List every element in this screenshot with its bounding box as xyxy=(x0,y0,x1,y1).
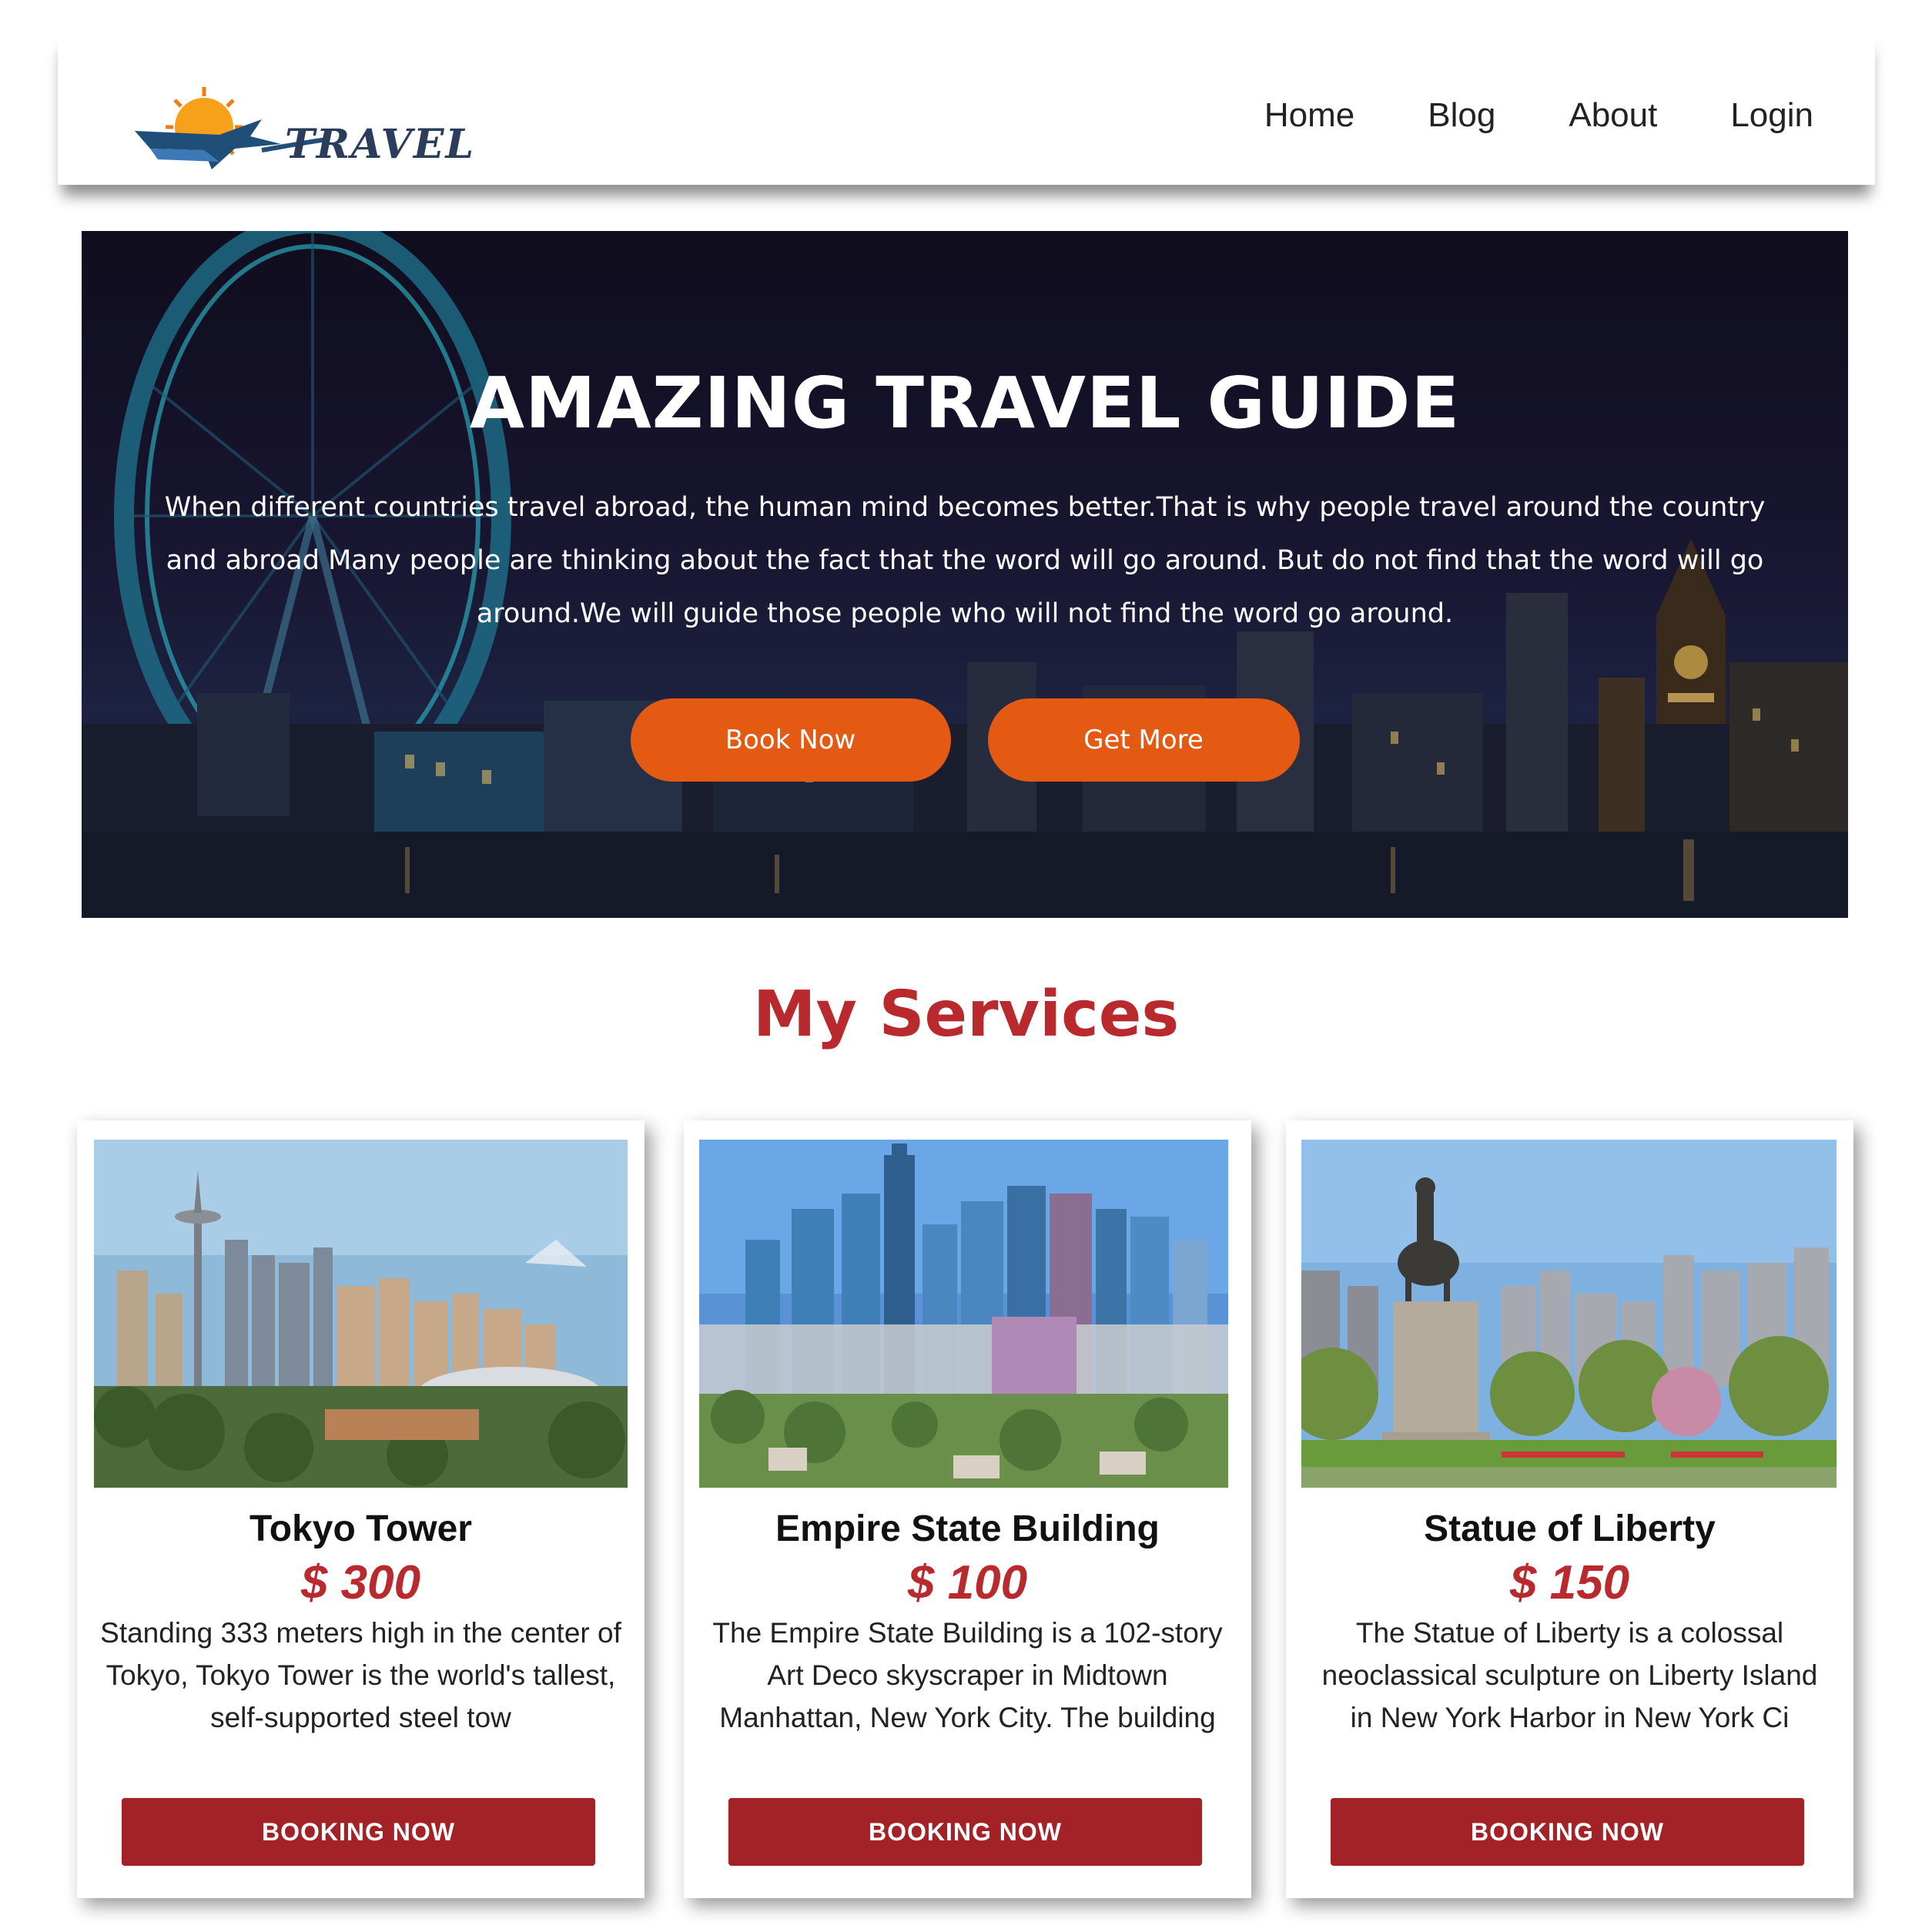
hero-banner: AMAZING TRAVEL GUIDE When different coun… xyxy=(82,231,1848,918)
nav-home[interactable]: Home xyxy=(1264,96,1354,135)
main-nav: Home Blog About Login xyxy=(1264,96,1813,135)
book-now-button[interactable]: Book Now xyxy=(630,698,951,782)
card-description: Standing 333 meters high in the center o… xyxy=(100,1617,621,1733)
empire-state-building-image xyxy=(699,1140,1228,1488)
card-title: Empire State Building xyxy=(775,1508,1160,1549)
hero-description: When different countries travel abroad, … xyxy=(164,492,1766,629)
service-card-statue-of-liberty: Statue of Liberty $ 150 The Statue of Li… xyxy=(1286,1120,1853,1898)
services-heading: My Services xyxy=(752,978,1180,1051)
navbar: TRAVEL Home Blog About Login xyxy=(58,31,1875,185)
card-description: The Empire State Building is a 102-story… xyxy=(712,1617,1223,1733)
logo-text: TRAVEL xyxy=(285,121,476,168)
page: TRAVEL Home Blog About Login AMAZING TRA… xyxy=(0,0,1932,1932)
card-title: Statue of Liberty xyxy=(1424,1508,1716,1549)
hero-buttons: Book Now Get More xyxy=(82,698,1848,782)
card-price: $ 100 xyxy=(907,1556,1028,1609)
card-price: $ 300 xyxy=(300,1556,421,1609)
card-description: The Statue of Liberty is a colossal neoc… xyxy=(1321,1617,1818,1733)
booking-now-button[interactable]: BOOKING NOW xyxy=(728,1798,1202,1866)
card-title: Tokyo Tower xyxy=(249,1508,472,1549)
statue-of-liberty-image xyxy=(1301,1140,1837,1488)
nav-blog[interactable]: Blog xyxy=(1428,96,1495,135)
hero-title: AMAZING TRAVEL GUIDE xyxy=(469,362,1461,444)
card-price: $ 150 xyxy=(1509,1556,1630,1609)
booking-now-button[interactable]: BOOKING NOW xyxy=(1331,1798,1804,1866)
nav-about[interactable]: About xyxy=(1569,96,1657,135)
nav-login[interactable]: Login xyxy=(1730,96,1813,135)
travel-logo[interactable]: TRAVEL xyxy=(127,73,527,196)
get-more-button[interactable]: Get More xyxy=(987,698,1300,782)
tokyo-tower-image xyxy=(94,1140,628,1488)
booking-now-button[interactable]: BOOKING NOW xyxy=(122,1798,595,1866)
service-card-tokyo-tower: Tokyo Tower $ 300 Standing 333 meters hi… xyxy=(77,1120,645,1898)
service-card-empire-state-building: Empire State Building $ 100 The Empire S… xyxy=(684,1120,1251,1898)
